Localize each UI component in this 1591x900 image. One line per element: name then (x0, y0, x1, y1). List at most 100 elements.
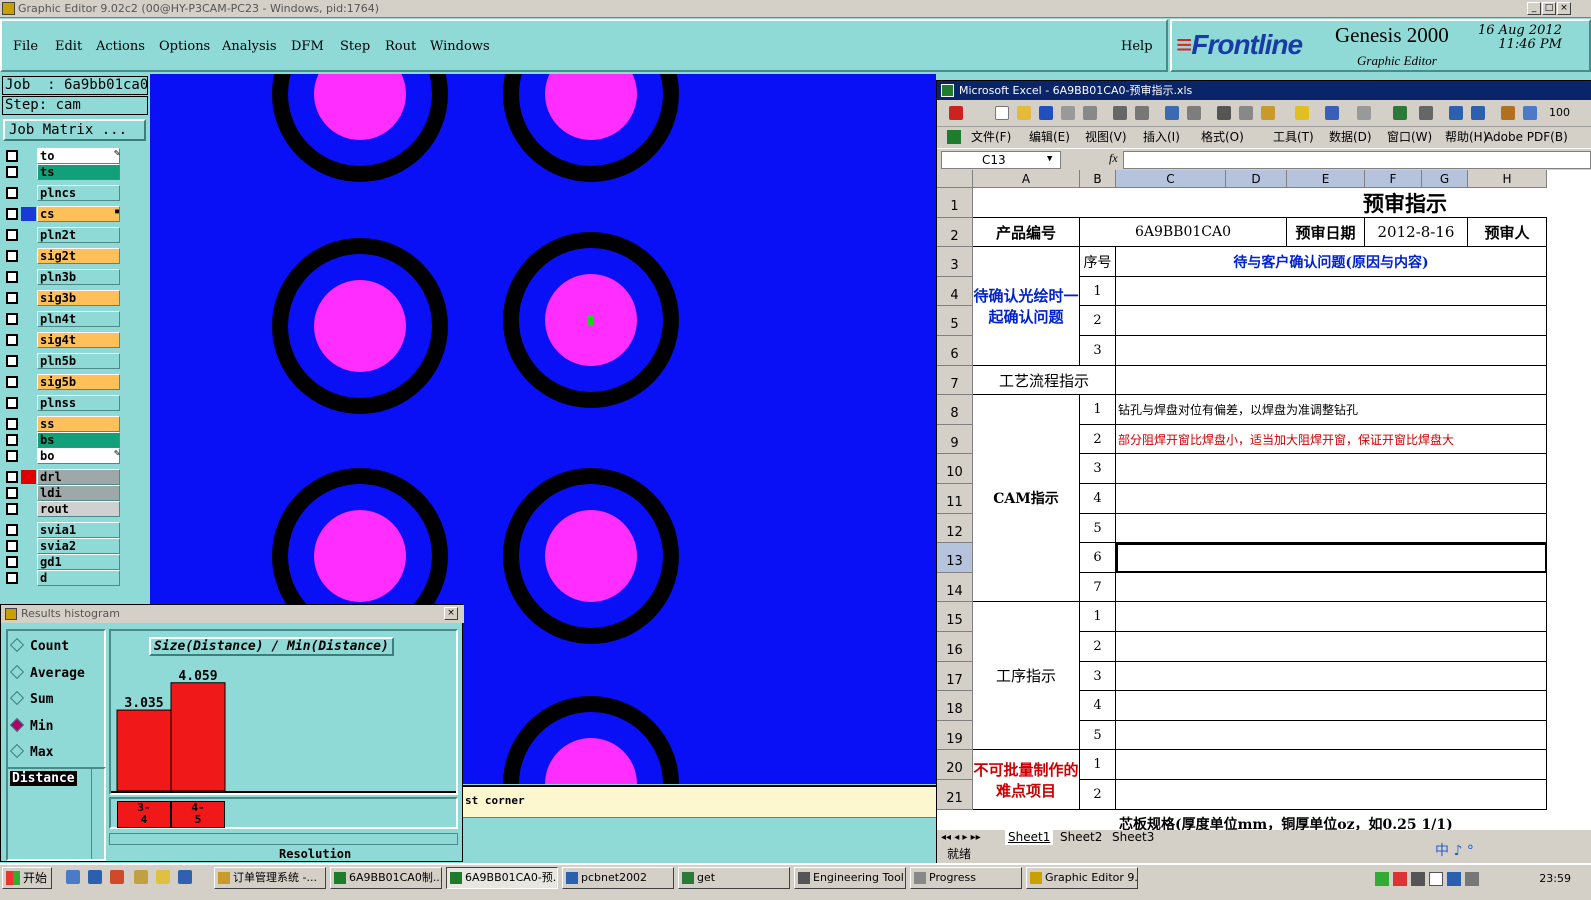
row-header-21[interactable]: 21 (937, 780, 973, 810)
row-header-10[interactable]: 10 (937, 454, 973, 484)
paste-icon[interactable] (1261, 106, 1275, 120)
seq-cell[interactable]: 5 (1080, 721, 1116, 750)
row-header-8[interactable]: 8 (937, 395, 973, 425)
row-header-3[interactable]: 3 (937, 247, 973, 277)
excel-menu-item[interactable]: 数据(D) (1329, 127, 1372, 148)
column-header-H[interactable]: H (1468, 170, 1547, 188)
layer-color-swatch[interactable] (21, 486, 36, 500)
layer-color-swatch[interactable] (21, 312, 36, 326)
layer-name[interactable]: ldi (37, 485, 120, 501)
layer-checkbox[interactable] (6, 250, 18, 262)
sheet-tab-3[interactable]: Sheet3 (1109, 830, 1157, 845)
excel-menu-item[interactable]: Adobe PDF(B) (1485, 127, 1568, 148)
sheet-tab-1[interactable]: Sheet1 (1005, 830, 1054, 845)
layer-name[interactable]: plncs (37, 185, 120, 201)
hyperlink-icon[interactable] (1393, 106, 1407, 120)
layer-checkbox[interactable] (6, 271, 18, 283)
layer-color-swatch[interactable] (21, 249, 36, 263)
maximize-button[interactable]: □ (1542, 2, 1556, 15)
menu-rout[interactable]: Rout (385, 39, 416, 54)
row-header-6[interactable]: 6 (937, 336, 973, 366)
drawing-icon[interactable] (1523, 106, 1537, 120)
menu-file[interactable]: File (13, 39, 38, 54)
confirm-header-cell[interactable]: 待与客户确认问题(原因与内容) (1116, 247, 1547, 277)
layer-checkbox[interactable] (6, 208, 18, 220)
layer-row-pln3b[interactable]: pln3b (4, 269, 122, 285)
review-date-cell[interactable]: 2012-8-16 (1365, 218, 1468, 247)
procedure-label-cell[interactable]: 工序指示 (973, 602, 1080, 750)
histogram-close-button[interactable]: × (444, 607, 458, 620)
layer-color-swatch[interactable] (21, 571, 36, 585)
layer-name[interactable]: svia1 (37, 522, 120, 538)
layer-row-sig2t[interactable]: sig2t (4, 248, 122, 264)
ime-indicator[interactable]: 中 ♪ ° (1435, 840, 1474, 860)
procedure-content-cell[interactable] (1116, 602, 1547, 632)
menu-actions[interactable]: Actions (96, 39, 145, 54)
layer-row-pln5b[interactable]: pln5b (4, 353, 122, 369)
seq-label-cell[interactable]: 序号 (1080, 247, 1116, 277)
layer-color-swatch[interactable] (21, 396, 36, 410)
column-header-B[interactable]: B (1080, 170, 1116, 188)
confirm-group-cell[interactable]: 待确认光绘时一起确认问题 (973, 247, 1080, 366)
layer-row-pln2t[interactable]: pln2t (4, 227, 122, 243)
radio-average[interactable]: Average (9, 664, 85, 681)
layer-row-plncs[interactable]: plncs (4, 185, 122, 201)
research-icon[interactable] (1187, 106, 1201, 120)
excel-menu-item[interactable]: 文件(F) (971, 127, 1011, 148)
layer-row-drl[interactable]: drl (4, 469, 122, 485)
radio-max[interactable]: Max (9, 743, 53, 760)
layer-checkbox[interactable] (6, 313, 18, 325)
active-cell-c13[interactable] (1116, 543, 1547, 573)
layer-row-svia2[interactable]: svia2 (4, 538, 122, 554)
row-header-9[interactable]: 9 (937, 425, 973, 454)
seq-cell[interactable]: 1 (1080, 395, 1116, 425)
seq-cell[interactable]: 5 (1080, 514, 1116, 543)
confirm-content-cell[interactable] (1116, 306, 1547, 336)
row-header-14[interactable]: 14 (937, 573, 973, 602)
seq-cell[interactable]: 1 (1080, 602, 1116, 632)
row-header-17[interactable]: 17 (937, 662, 973, 691)
menu-windows[interactable]: Windows (430, 39, 490, 54)
procedure-content-cell[interactable] (1116, 662, 1547, 691)
taskbar-button[interactable]: 6A9BB01CA0-预... (446, 867, 558, 889)
layer-checkbox[interactable] (6, 397, 18, 409)
taskbar-button[interactable]: Engineering Tool... (794, 867, 906, 889)
product-no-cell[interactable]: 6A9BB01CA0 (1080, 218, 1287, 247)
layer-checkbox[interactable] (6, 556, 18, 568)
seq-cell[interactable]: 7 (1080, 573, 1116, 602)
permission-icon[interactable] (1061, 106, 1075, 120)
layer-color-swatch[interactable] (21, 555, 36, 569)
seq-cell[interactable]: 4 (1080, 484, 1116, 514)
sort-asc-icon[interactable] (1449, 106, 1463, 120)
confirm-content-cell[interactable] (1116, 277, 1547, 306)
layer-row-d[interactable]: d (4, 570, 122, 586)
column-header-F[interactable]: F (1365, 170, 1422, 188)
layer-name[interactable]: drl (37, 469, 120, 485)
layer-name[interactable]: sig5b (37, 374, 120, 390)
radio-count[interactable]: Count (9, 637, 69, 654)
confirm-content-cell[interactable] (1116, 336, 1547, 366)
row-header-12[interactable]: 12 (937, 514, 973, 543)
save-icon[interactable] (1039, 106, 1053, 120)
seq-cell[interactable]: 3 (1080, 454, 1116, 484)
taskbar-button[interactable]: get (678, 867, 790, 889)
layer-checkbox[interactable] (6, 292, 18, 304)
layer-color-swatch[interactable] (21, 433, 36, 447)
cam-note-cell[interactable] (1116, 573, 1547, 602)
ie-icon[interactable] (88, 870, 102, 884)
select-all-corner[interactable] (937, 170, 973, 188)
layer-checkbox[interactable] (6, 376, 18, 388)
excel-menu-item[interactable]: 窗口(W) (1387, 127, 1432, 148)
taskbar-button[interactable]: Progress (910, 867, 1022, 889)
category-label[interactable]: 4- 5 (171, 801, 225, 828)
column-header-E[interactable]: E (1287, 170, 1365, 188)
layer-checkbox[interactable] (6, 229, 18, 241)
layer-name[interactable]: d (37, 570, 120, 586)
layer-row-ss[interactable]: ss (4, 416, 122, 432)
row-header-1[interactable]: 1 (937, 188, 973, 218)
seq-cell[interactable]: 6 (1080, 543, 1116, 573)
seq-cell[interactable]: 2 (1080, 632, 1116, 662)
layer-color-swatch[interactable] (21, 470, 36, 484)
layer-checkbox[interactable] (6, 150, 18, 162)
layer-row-plnss[interactable]: plnss (4, 395, 122, 411)
